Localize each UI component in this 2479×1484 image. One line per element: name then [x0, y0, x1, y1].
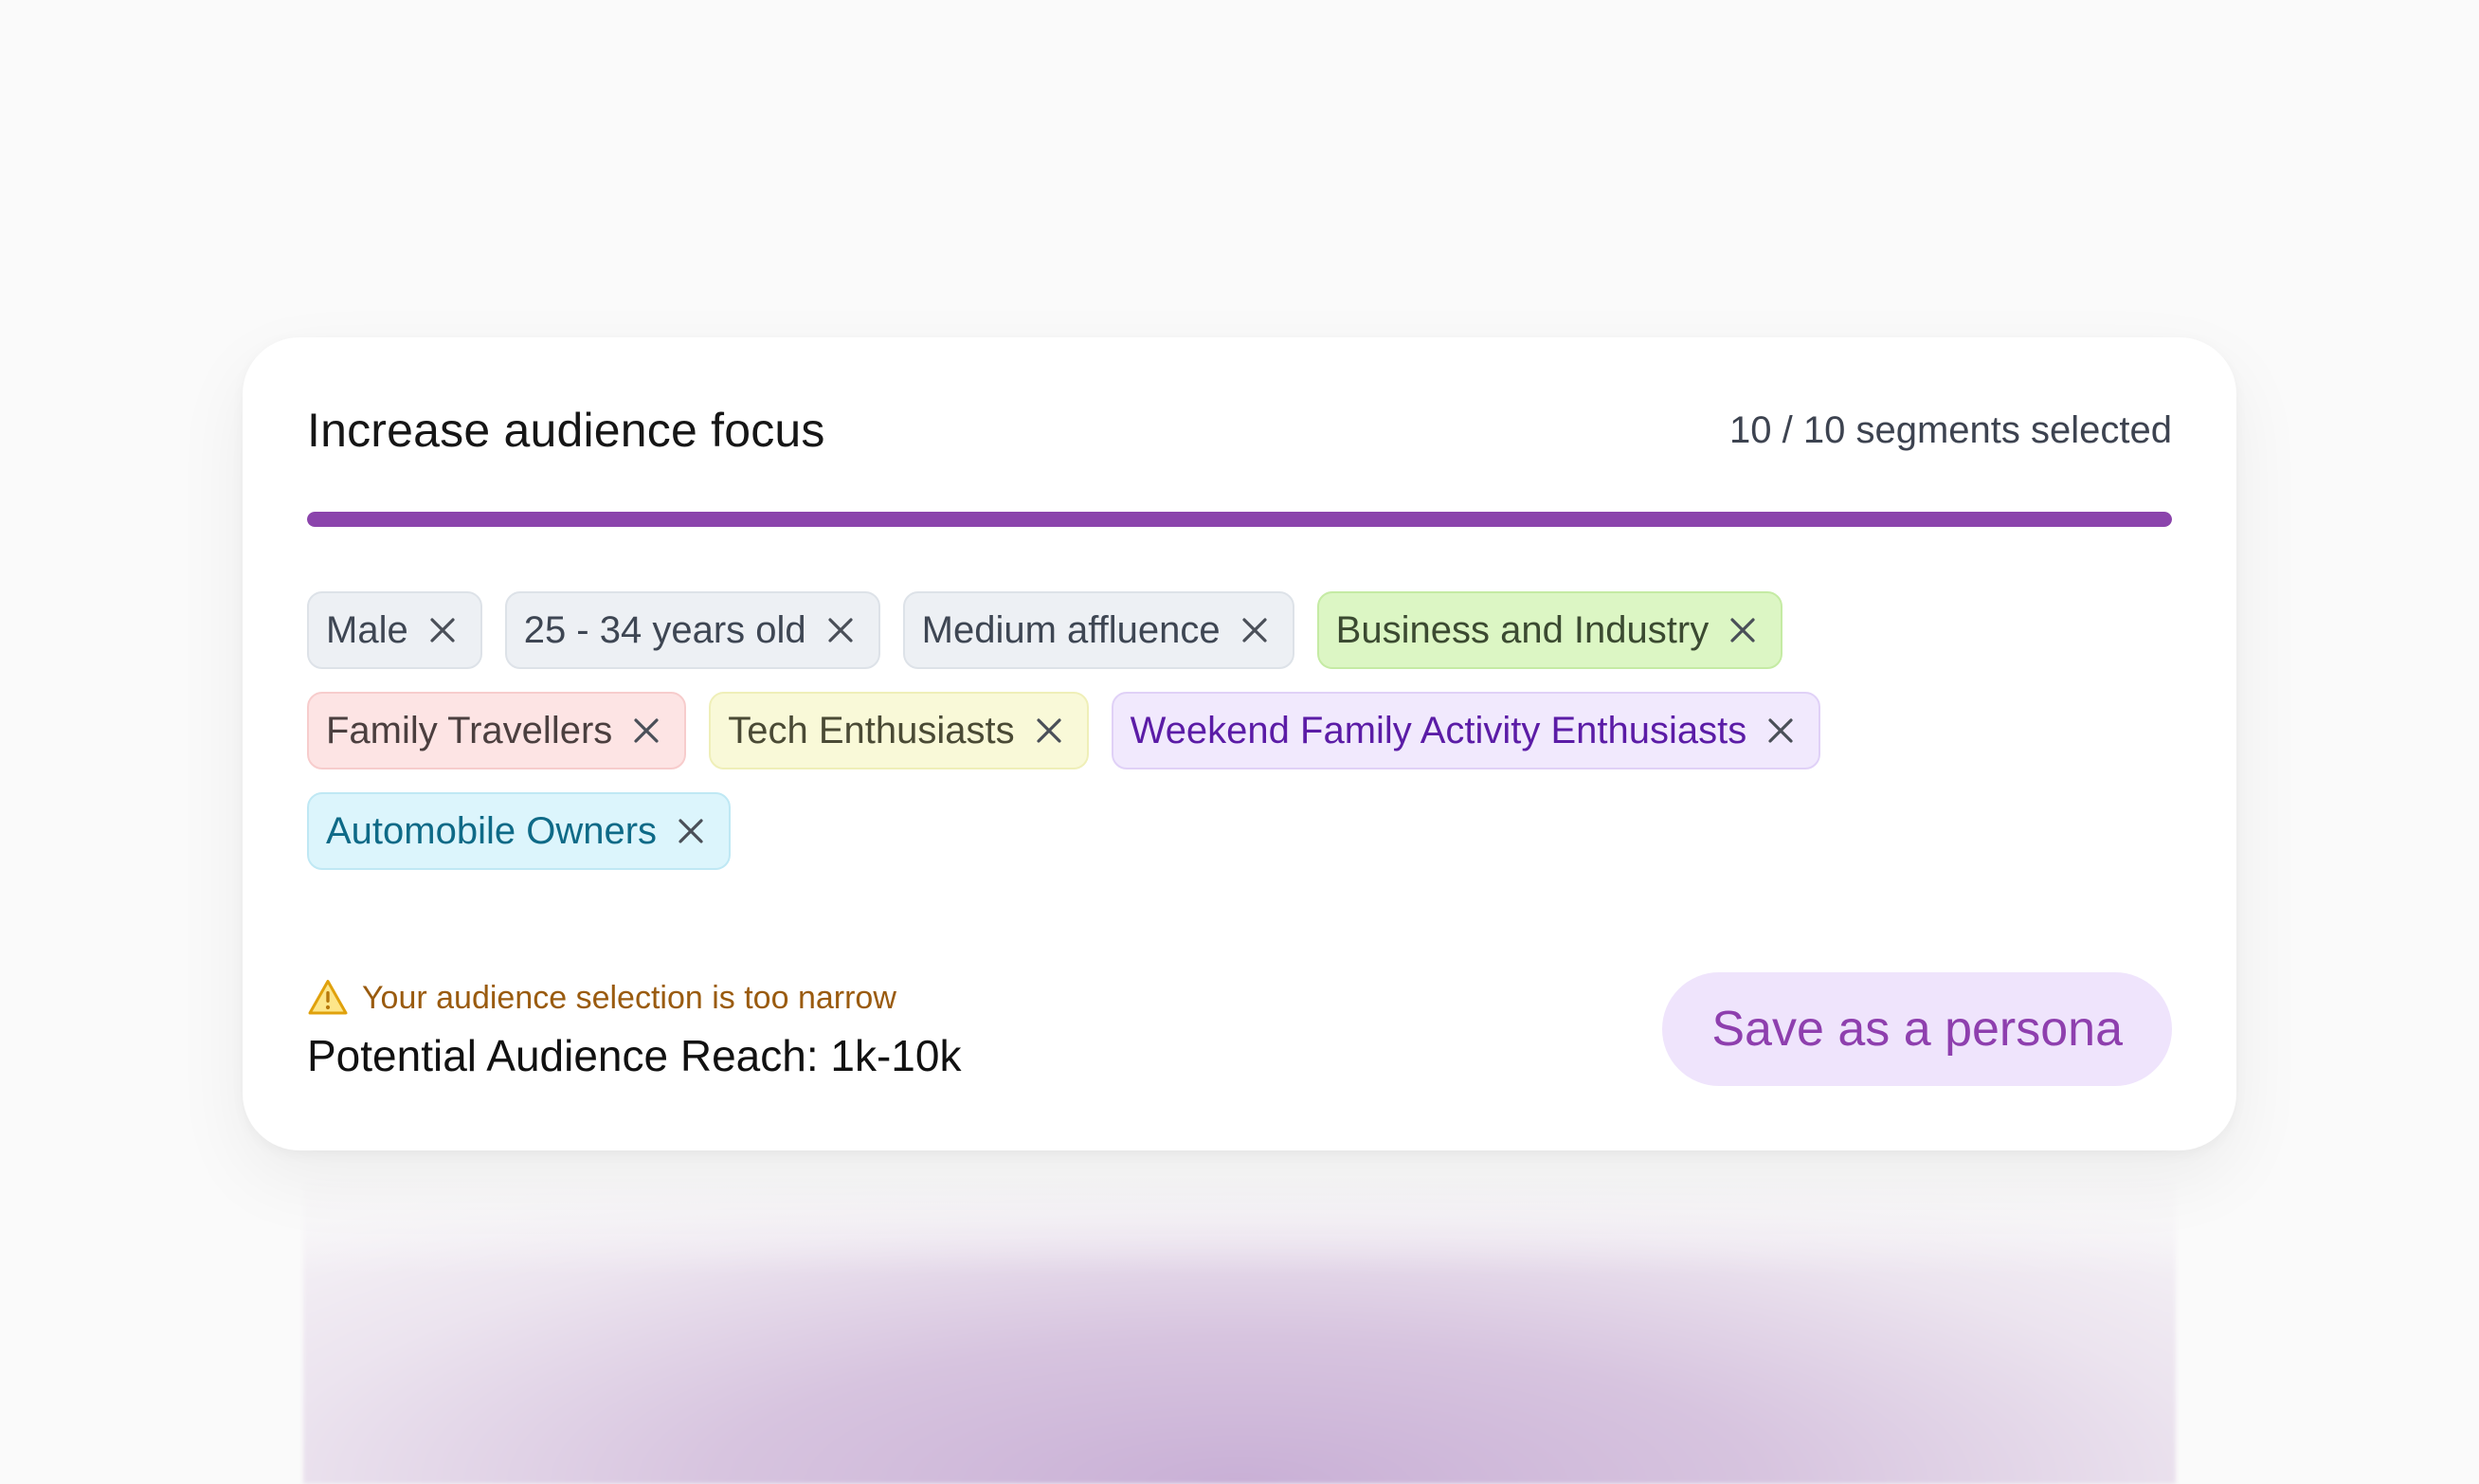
card-header: Increase audience focus 10 / 10 segments…	[307, 402, 2172, 459]
close-icon[interactable]	[670, 810, 712, 852]
close-icon[interactable]	[820, 609, 861, 651]
segment-chip: Family Travellers	[307, 692, 687, 769]
segment-chip-label: Tech Enthusiasts	[728, 709, 1015, 751]
close-icon[interactable]	[1028, 710, 1070, 751]
close-icon[interactable]	[1760, 710, 1801, 751]
narrow-warning: Your audience selection is too narrow	[307, 977, 961, 1019]
warning-triangle-icon	[307, 977, 349, 1019]
segment-chip: Medium affluence	[902, 591, 1294, 669]
segment-chip-list: Male 25 - 34 years old Medium affluence …	[307, 591, 1937, 870]
segment-chip: 25 - 34 years old	[504, 591, 880, 669]
background-glow-fade	[284, 1161, 2195, 1275]
close-icon[interactable]	[1722, 609, 1764, 651]
save-as-persona-button[interactable]: Save as a persona	[1662, 972, 2172, 1086]
close-icon[interactable]	[1234, 609, 1276, 651]
audience-status: Your audience selection is too narrow Po…	[307, 977, 961, 1081]
segments-counter: 10 / 10 segments selected	[1729, 408, 2172, 451]
close-icon[interactable]	[422, 609, 463, 651]
page-background: Increase audience focus 10 / 10 segments…	[0, 0, 2479, 1484]
audience-focus-card: Increase audience focus 10 / 10 segments…	[243, 337, 2236, 1150]
segment-chip: Male	[307, 591, 482, 669]
close-icon[interactable]	[625, 710, 667, 751]
segments-progress-bar	[307, 512, 2172, 527]
segment-chip-label: Medium affluence	[921, 608, 1221, 651]
segment-chip-label: 25 - 34 years old	[523, 608, 806, 651]
segments-progress-fill	[307, 512, 2172, 527]
segment-chip: Tech Enthusiasts	[709, 692, 1089, 769]
warning-text: Your audience selection is too narrow	[362, 979, 896, 1016]
segment-chip: Business and Industry	[1316, 591, 1783, 669]
audience-reach: Potential Audience Reach: 1k-10k	[307, 1031, 962, 1080]
card-title: Increase audience focus	[307, 404, 825, 457]
segment-chip: Weekend Family Activity Enthusiasts	[1111, 692, 1821, 769]
segment-chip-label: Weekend Family Activity Enthusiasts	[1130, 709, 1747, 751]
segment-chip: Automobile Owners	[307, 792, 732, 870]
segment-chip-label: Family Travellers	[326, 709, 613, 751]
segment-chip-label: Male	[326, 608, 408, 651]
card-footer: Your audience selection is too narrow Po…	[307, 972, 2172, 1086]
segment-chip-label: Business and Industry	[1335, 608, 1710, 651]
segment-chip-label: Automobile Owners	[326, 809, 658, 852]
